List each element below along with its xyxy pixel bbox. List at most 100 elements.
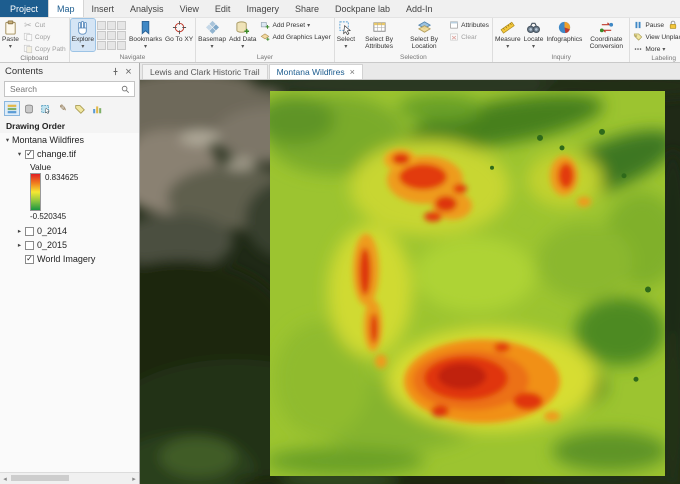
- list-by-labeling-button[interactable]: [72, 101, 88, 116]
- legend-min-value: -0.520345: [30, 212, 67, 221]
- doc-tab-montana-wildfires[interactable]: Montana Wildfires: [268, 64, 363, 79]
- next-extent-button[interactable]: [117, 31, 127, 40]
- list-by-charts-button[interactable]: [89, 101, 105, 116]
- select-by-location-button[interactable]: Select By Location: [402, 19, 446, 50]
- raster-layer-change-tif: [270, 90, 665, 477]
- locate-button[interactable]: Locate: [523, 19, 545, 51]
- close-pane-icon[interactable]: [123, 66, 134, 77]
- map-canvas[interactable]: [140, 80, 680, 484]
- add-data-label: Add Data: [228, 36, 257, 43]
- nav-tool-button[interactable]: [107, 41, 117, 50]
- add-graphics-layer-icon: [260, 32, 270, 42]
- select-button[interactable]: Select: [336, 19, 356, 51]
- add-graphics-layer-button[interactable]: Add Graphics Layer: [258, 31, 332, 43]
- tab-view[interactable]: View: [172, 0, 207, 17]
- measure-button[interactable]: Measure: [494, 19, 522, 51]
- explore-button[interactable]: Explore: [69, 18, 97, 52]
- nav-tool-button[interactable]: [97, 41, 107, 50]
- add-preset-icon: [260, 20, 270, 30]
- tree-node-world-imagery[interactable]: World Imagery: [0, 252, 139, 266]
- list-by-drawing-order-button[interactable]: [4, 101, 20, 116]
- list-by-editing-button[interactable]: [55, 101, 71, 116]
- tab-insert[interactable]: Insert: [84, 0, 123, 17]
- drawing-order-heading: Drawing Order: [6, 121, 66, 131]
- expander-icon[interactable]: [15, 227, 24, 235]
- expander-icon[interactable]: [3, 136, 12, 144]
- auto-hide-pin-icon[interactable]: [110, 66, 121, 77]
- layer-2014-checkbox[interactable]: [25, 226, 34, 236]
- lock-labels-button[interactable]: Lock: [666, 19, 680, 31]
- attributes-button[interactable]: Attributes: [447, 19, 491, 31]
- clear-button[interactable]: Clear: [447, 31, 491, 43]
- tree-node-0-2014[interactable]: 0_2014: [0, 224, 139, 238]
- copy-button[interactable]: Copy: [21, 31, 68, 43]
- cut-button[interactable]: Cut: [21, 19, 68, 31]
- select-by-attributes-button[interactable]: Select By Attributes: [357, 19, 401, 50]
- expander-icon[interactable]: [15, 241, 24, 249]
- tree-node-0-2015[interactable]: 0_2015: [0, 238, 139, 252]
- expander-icon[interactable]: [15, 150, 24, 158]
- add-data-button[interactable]: Add Data: [228, 19, 258, 51]
- copy-path-icon: [23, 44, 33, 54]
- more-labeling-button[interactable]: More: [631, 43, 680, 55]
- bookmarks-button[interactable]: Bookmarks: [128, 19, 163, 51]
- doc-tab-lewis-clark[interactable]: Lewis and Clark Historic Trail: [142, 64, 268, 79]
- world-imagery-checkbox[interactable]: [25, 254, 34, 264]
- close-tab-icon[interactable]: [350, 67, 355, 77]
- fixed-zoom-in-button[interactable]: [107, 21, 117, 30]
- tab-analysis[interactable]: Analysis: [122, 0, 172, 17]
- dropdown-caret-icon: [211, 43, 214, 50]
- copy-path-button[interactable]: Copy Path: [21, 43, 68, 55]
- tab-add-in[interactable]: Add-In: [398, 0, 441, 17]
- ribbon-group-labeling: Pause Lock View Unplaced More Labeling: [630, 18, 680, 62]
- tab-imagery[interactable]: Imagery: [238, 0, 287, 17]
- select-by-attributes-label: Select By Attributes: [365, 36, 394, 51]
- attributes-icon: [449, 20, 459, 30]
- full-extent-button[interactable]: [97, 21, 107, 30]
- layer-tree: Montana Wildfires change.tif Value 0.834…: [0, 133, 139, 472]
- tab-edit[interactable]: Edit: [207, 0, 239, 17]
- document-tab-bar: Lewis and Clark Historic Trail Montana W…: [140, 63, 680, 80]
- tab-map[interactable]: Map: [48, 0, 84, 17]
- locate-binoculars-icon: [526, 20, 541, 35]
- copy-icon: [23, 32, 33, 42]
- select-by-attributes-icon: [372, 20, 387, 35]
- layer-2015-checkbox[interactable]: [25, 240, 34, 250]
- change-tif-checkbox[interactable]: [25, 149, 34, 159]
- add-preset-button[interactable]: Add Preset: [258, 19, 332, 31]
- list-by-selection-button[interactable]: [38, 101, 54, 116]
- basemap-button[interactable]: Basemap: [197, 19, 227, 51]
- horizontal-scrollbar[interactable]: [0, 472, 139, 484]
- scroll-right-arrow[interactable]: [129, 475, 139, 483]
- zoom-to-selection-button[interactable]: [97, 31, 107, 40]
- fixed-zoom-out-button[interactable]: [107, 31, 117, 40]
- nav-tool-button[interactable]: [117, 41, 127, 50]
- navigation-tools-grid: [97, 21, 127, 50]
- coordinate-conversion-button[interactable]: Coordinate Conversion: [584, 19, 628, 50]
- list-by-source-button[interactable]: [21, 101, 37, 116]
- tree-node-change-tif[interactable]: change.tif: [0, 147, 139, 161]
- tab-dockpane-lab[interactable]: Dockpane lab: [327, 0, 398, 17]
- search-input[interactable]: [8, 83, 118, 95]
- tab-project[interactable]: Project: [0, 0, 49, 17]
- coordinate-conversion-label: Coordinate Conversion: [589, 36, 624, 51]
- dropdown-caret-icon: [144, 43, 147, 50]
- pencil-icon: [58, 104, 68, 114]
- go-to-xy-button[interactable]: Go To XY: [164, 19, 194, 43]
- previous-extent-button[interactable]: [117, 21, 127, 30]
- tab-share[interactable]: Share: [287, 0, 327, 17]
- scroll-left-arrow[interactable]: [0, 475, 10, 483]
- paste-button[interactable]: Paste: [1, 19, 20, 51]
- search-icon: [120, 84, 131, 95]
- contents-search-box: [4, 81, 135, 97]
- copy-path-label: Copy Path: [34, 45, 66, 53]
- tree-node-map[interactable]: Montana Wildfires: [0, 133, 139, 147]
- change-tif-label: change.tif: [37, 149, 77, 159]
- scrollbar-thumb[interactable]: [11, 475, 69, 481]
- view-unplaced-button[interactable]: View Unplaced: [631, 31, 680, 43]
- pause-labeling-button[interactable]: Pause: [631, 19, 666, 31]
- map-view[interactable]: [140, 80, 680, 484]
- explore-label: Explore: [71, 36, 95, 43]
- add-graphics-layer-label: Add Graphics Layer: [272, 33, 331, 41]
- infographics-button[interactable]: Infographics: [545, 19, 583, 43]
